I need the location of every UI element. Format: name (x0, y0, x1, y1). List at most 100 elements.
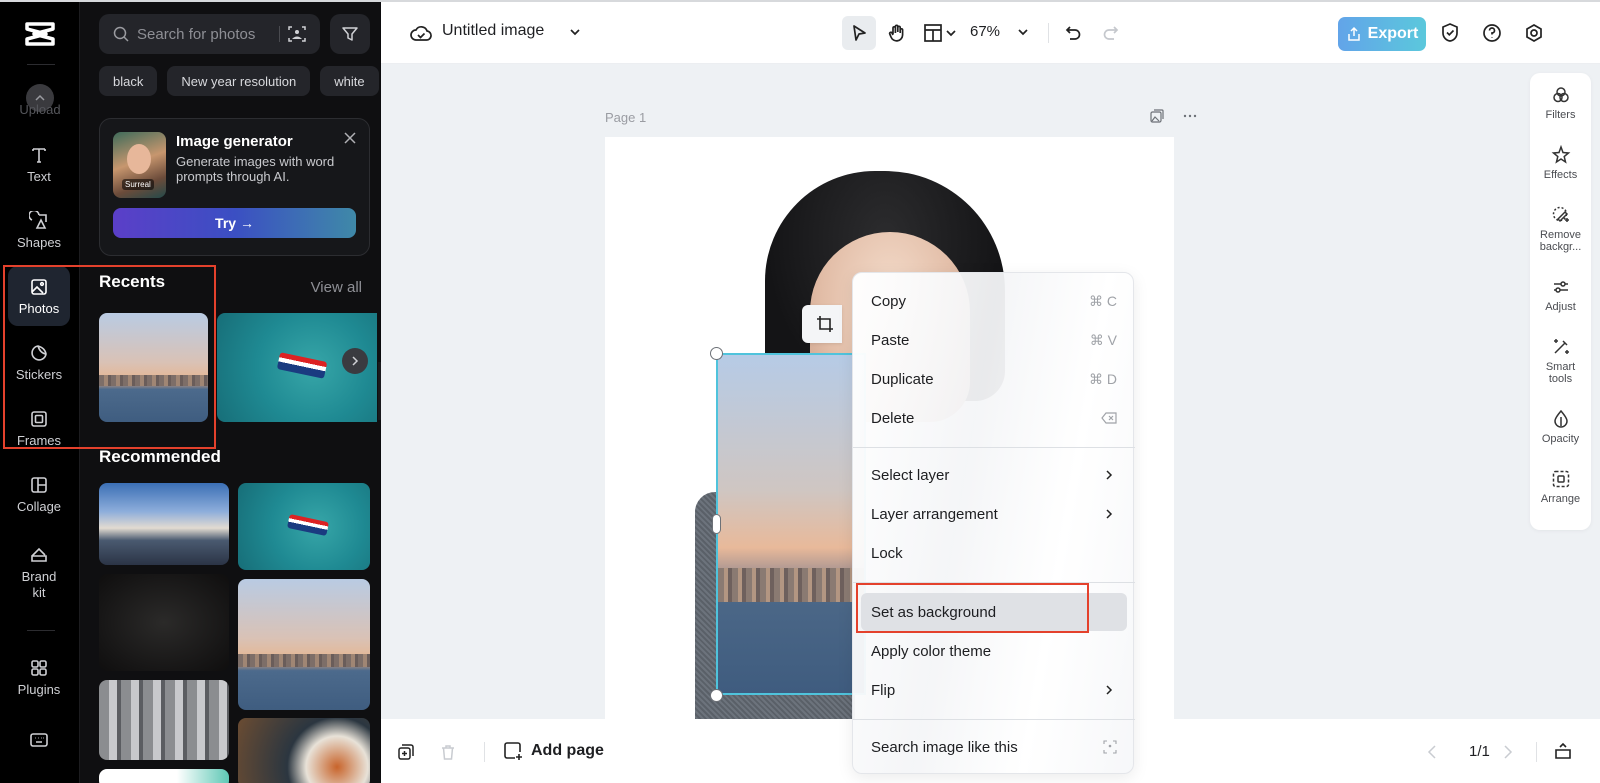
tool-label: Remove backgr... (1539, 229, 1582, 253)
cloud-check-icon (410, 26, 432, 41)
cloud-saved-button[interactable] (409, 22, 433, 46)
annotation-highlight-box (3, 265, 216, 449)
recents-next-button[interactable] (342, 348, 368, 374)
menu-item-select-layer[interactable]: Select layer (861, 456, 1127, 494)
tool-smart-tools[interactable]: Smart tools (1530, 337, 1591, 385)
add-page-button[interactable]: Add page (503, 741, 604, 761)
photo-abstract[interactable] (99, 769, 229, 783)
rail-item-shapes[interactable]: Shapes (8, 200, 70, 260)
app: Upload Text Shapes Photos Stickers Frame… (0, 0, 1600, 783)
next-page-button[interactable] (1499, 741, 1517, 763)
tool-remove-background[interactable]: Remove backgr... (1530, 205, 1591, 253)
image-search-icon[interactable] (287, 24, 307, 44)
rail-item-label: Collage (16, 498, 62, 514)
resize-handle-top-left[interactable] (710, 347, 723, 360)
menu-item-delete[interactable]: Delete (861, 399, 1127, 437)
settings-button[interactable] (1521, 20, 1547, 46)
menu-item-duplicate[interactable]: Duplicate ⌘ D (861, 360, 1127, 398)
opacity-icon (1553, 409, 1568, 428)
photo-food[interactable] (238, 718, 370, 783)
photo-boat[interactable] (238, 483, 370, 570)
menu-item-copy[interactable]: Copy ⌘ C (861, 282, 1127, 320)
zoom-dropdown[interactable] (1015, 24, 1031, 40)
search-box[interactable] (99, 14, 320, 54)
menu-item-label: Duplicate (871, 370, 934, 388)
search-input[interactable] (137, 25, 277, 43)
capcut-logo[interactable] (24, 20, 56, 48)
page-background-icon[interactable] (1149, 108, 1165, 124)
chevron-right-icon (1504, 745, 1513, 759)
nyc-skyline-image (718, 355, 864, 693)
rail-divider (27, 630, 55, 631)
menu-item-flip[interactable]: Flip (861, 671, 1127, 709)
close-icon[interactable] (343, 131, 357, 145)
resize-handle-left[interactable] (712, 514, 721, 534)
effects-icon (1551, 145, 1570, 164)
tool-label: Filters (1545, 109, 1576, 121)
selected-image-nyc[interactable] (716, 353, 866, 695)
help-button[interactable] (1479, 20, 1505, 46)
bottom-divider (484, 742, 485, 762)
tool-adjust[interactable]: Adjust (1530, 277, 1591, 313)
crop-icon (817, 316, 833, 332)
rail-item-text[interactable]: Text (8, 134, 70, 194)
filter-button[interactable] (330, 14, 370, 54)
zoom-level[interactable]: 67% (970, 23, 1000, 40)
try-button[interactable]: Try → (113, 208, 356, 238)
more-options-icon[interactable] (1182, 108, 1198, 124)
tool-filters[interactable]: Filters (1530, 85, 1591, 121)
tool-label: Smart tools (1545, 361, 1576, 385)
duplicate-page-button[interactable] (395, 741, 417, 763)
chevron-down-icon (570, 29, 580, 36)
photo-nyc-skyline[interactable] (238, 579, 370, 710)
photo-dark-texture[interactable] (99, 574, 229, 671)
view-all-link[interactable]: View all (311, 279, 362, 296)
delete-page-button[interactable] (437, 741, 459, 763)
document-title[interactable]: Untitled image (442, 22, 544, 40)
crop-button[interactable] (802, 305, 842, 343)
undo-icon (1065, 26, 1081, 40)
right-toolbar: Filters Effects Remove backgr... Adjust … (1530, 73, 1591, 530)
menu-item-lock[interactable]: Lock (861, 534, 1127, 572)
photo-city-sky[interactable] (99, 483, 229, 565)
chip-black[interactable]: black (99, 66, 158, 96)
rail-item-plugins[interactable]: Plugins (8, 647, 70, 707)
keyboard-shortcuts-button[interactable] (8, 722, 70, 762)
title-dropdown[interactable] (567, 24, 583, 40)
layout-button[interactable] (919, 16, 963, 50)
photo-temple[interactable] (99, 680, 229, 760)
undo-button[interactable] (1058, 18, 1088, 48)
tool-opacity[interactable]: Opacity (1530, 409, 1591, 445)
select-tool-button[interactable] (842, 16, 876, 50)
menu-item-paste[interactable]: Paste ⌘ V (861, 321, 1127, 359)
collage-icon (31, 476, 47, 493)
menu-item-label: Flip (871, 681, 896, 699)
chevron-right-icon (1106, 470, 1113, 480)
shortcut-label: ⌘ D (1089, 370, 1117, 387)
export-button[interactable]: Export (1338, 17, 1426, 51)
redo-button[interactable] (1096, 18, 1126, 48)
bottom-divider (1536, 742, 1537, 762)
shortcut-label: ⌘ C (1089, 292, 1117, 309)
expand-pages-button[interactable] (1551, 739, 1575, 763)
chevron-down-icon (1018, 29, 1028, 36)
hand-icon (888, 24, 904, 42)
chip-new-year-resolution[interactable]: New year resolution (167, 66, 311, 96)
security-button[interactable] (1437, 20, 1463, 46)
menu-item-apply-color-theme[interactable]: Apply color theme (861, 632, 1127, 670)
tool-arrange[interactable]: Arrange (1530, 469, 1591, 505)
pointer-icon (853, 25, 866, 41)
menu-item-search-image-like-this[interactable]: Search image like this (861, 728, 1127, 766)
chevron-right-icon (352, 356, 359, 366)
tool-effects[interactable]: Effects (1530, 145, 1591, 181)
brand-kit-icon (31, 547, 47, 562)
rail-item-label: Plugins (17, 681, 61, 697)
menu-item-layer-arrangement[interactable]: Layer arrangement (861, 495, 1127, 533)
resize-handle-bottom-left[interactable] (710, 689, 723, 702)
rail-item-brand-kit[interactable]: Brand kit (8, 538, 70, 608)
hand-tool-button[interactable] (880, 16, 914, 50)
chip-white[interactable]: white (320, 66, 379, 96)
rail-item-collage[interactable]: Collage (8, 464, 70, 524)
remove-background-icon (1552, 206, 1569, 223)
previous-page-button[interactable] (1423, 741, 1441, 763)
